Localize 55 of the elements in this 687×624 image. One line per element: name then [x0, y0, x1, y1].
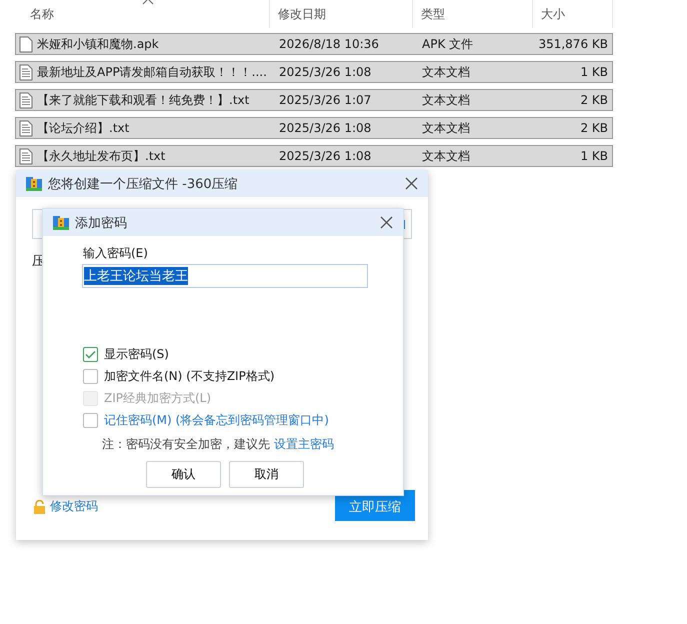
file-name: 最新地址及APP请发邮箱自动获取！！！.... [37, 64, 267, 80]
lock-icon [33, 500, 46, 514]
close-icon[interactable] [380, 216, 393, 229]
field-label: 输入密码(E) [83, 245, 149, 262]
password-field[interactable]: 上老王论坛当老王 [82, 264, 368, 288]
option-label: 加密文件名(N) (不支持ZIP格式) [104, 368, 275, 385]
file-size: 2 KB [579, 93, 609, 107]
column-header[interactable]: 修改日期 [270, 0, 413, 28]
checkbox[interactable] [83, 369, 98, 384]
security-note: 注：密码没有安全加密，建议先 设置主密码 [102, 436, 335, 453]
text-file-icon [19, 120, 33, 136]
close-icon[interactable] [405, 177, 418, 190]
file-type: 文本文档 [421, 64, 471, 80]
text-file-icon [19, 148, 33, 164]
option-link[interactable]: 记住密码(M) (将会备忘到密码管理窗口中) [104, 412, 329, 429]
file-type: 文本文档 [421, 120, 471, 136]
file-size: 2 KB [579, 121, 609, 135]
file-row[interactable]: 米娅和小镇和魔物.apk 2026/8/18 10:36 APK 文件 351,876 KB [15, 33, 613, 55]
window-title: 添加密码 [75, 214, 128, 232]
text-file-icon [19, 92, 33, 108]
file-size: 1 KB [579, 65, 609, 79]
modified-date: 2026/8/18 10:36 [278, 37, 380, 51]
checkbox[interactable] [83, 347, 98, 362]
file-row[interactable]: 【永久地址发布页】.txt 2025/3/26 1:08 文本文档 1 KB [15, 145, 613, 167]
file-icon [19, 36, 33, 52]
file-name: 【论坛介绍】.txt [37, 120, 130, 136]
change-password-link[interactable]: 修改密码 [50, 498, 98, 515]
modified-date: 2025/3/26 1:08 [278, 65, 372, 79]
dialog-button[interactable]: 取消 [229, 461, 304, 488]
file-type: 文本文档 [421, 92, 471, 108]
archive-icon [53, 216, 69, 230]
option-label: 显示密码(S) [104, 346, 169, 363]
modified-date: 2025/3/26 1:07 [278, 93, 372, 107]
text-file-icon [19, 64, 33, 80]
modified-date: 2025/3/26 1:08 [278, 149, 372, 163]
file-type: 文本文档 [421, 148, 471, 164]
master-password-link[interactable]: 设置主密码 [274, 437, 334, 451]
column-header[interactable]: 类型 [413, 0, 533, 28]
dialog-button[interactable]: 确认 [146, 461, 221, 488]
checkbox[interactable] [83, 413, 98, 428]
file-name: 【来了就能下载和观看！纯免费！】.txt [37, 92, 250, 108]
file-size: 1 KB [579, 149, 609, 163]
file-name: 米娅和小镇和魔物.apk [37, 36, 159, 52]
file-name: 【永久地址发布页】.txt [37, 148, 166, 164]
window-title: 您将创建一个压缩文件 -360压缩 [48, 176, 239, 192]
option-label: ZIP经典加密方式(L) [104, 390, 212, 407]
file-row[interactable]: 【论坛介绍】.txt 2025/3/26 1:08 文本文档 2 KB [15, 117, 613, 139]
file-type: APK 文件 [421, 36, 474, 52]
file-row[interactable]: 最新地址及APP请发邮箱自动获取！！！.... 2025/3/26 1:08 文本文档 1 KB [15, 61, 613, 83]
archive-icon [26, 176, 42, 190]
file-size: 351,876 KB [537, 37, 609, 51]
column-header[interactable]: 大小 [533, 0, 613, 28]
column-header[interactable]: 名称 [0, 0, 270, 28]
modified-date: 2025/3/26 1:08 [278, 121, 372, 135]
file-row[interactable]: 【来了就能下载和观看！纯免费！】.txt 2025/3/26 1:07 文本文档 2 KB [15, 89, 613, 111]
